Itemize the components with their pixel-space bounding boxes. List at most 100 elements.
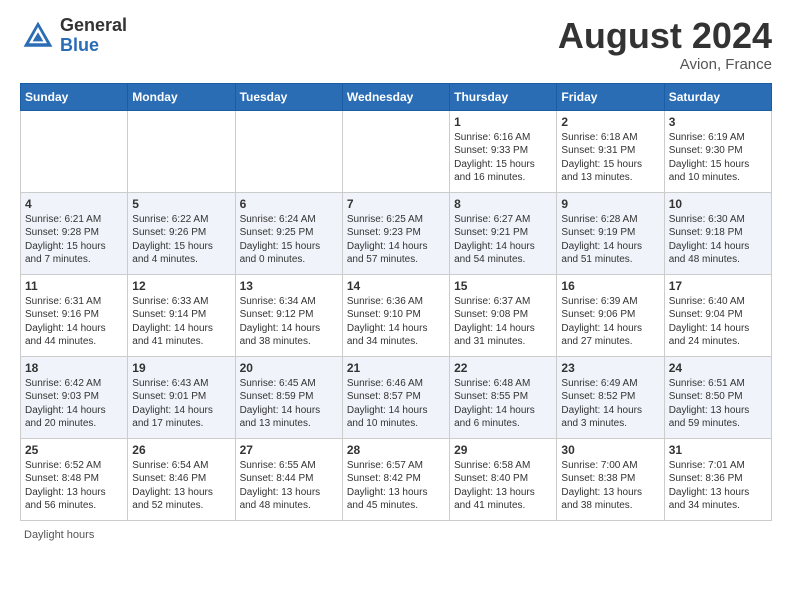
col-thursday: Thursday: [450, 83, 557, 110]
table-row: 3Sunrise: 6:19 AMSunset: 9:30 PMDaylight…: [664, 110, 771, 192]
table-row: 7Sunrise: 6:25 AMSunset: 9:23 PMDaylight…: [342, 192, 449, 274]
table-row: 29Sunrise: 6:58 AMSunset: 8:40 PMDayligh…: [450, 438, 557, 520]
table-row: [235, 110, 342, 192]
col-sunday: Sunday: [21, 83, 128, 110]
cell-date: 9: [561, 197, 659, 211]
cell-info: Sunrise: 6:43 AMSunset: 9:01 PMDaylight:…: [132, 377, 230, 431]
table-row: 8 Sunrise: 6:27 AMSunset: 9:21 PMDaylight…: [450, 192, 557, 274]
cell-date: 23: [561, 361, 659, 375]
cell-date: 4: [25, 197, 123, 211]
page: General Blue August 2024 Avion, France S…: [0, 0, 792, 551]
table-row: 5Sunrise: 6:22 AMSunset: 9:26 PMDaylight…: [128, 192, 235, 274]
footer: Daylight hours: [20, 529, 772, 541]
table-row: 28Sunrise: 6:57 AMSunset: 8:42 PMDayligh…: [342, 438, 449, 520]
table-row: 31 Sunrise: 7:01 AMSunset: 8:36 PMDayligh…: [664, 438, 771, 520]
table-row: 21Sunrise: 6:46 AMSunset: 8:57 PMDayligh…: [342, 356, 449, 438]
cell-date: 28: [347, 443, 445, 457]
table-row: 18 Sunrise: 6:42 AMSunset: 9:03 PMDayligh…: [21, 356, 128, 438]
table-row: 15 Sunrise: 6:37 AMSunset: 9:08 PMDayligh…: [450, 274, 557, 356]
col-friday: Friday: [557, 83, 664, 110]
cell-date: 15: [454, 279, 552, 293]
cell-info: Sunrise: 6:37 AMSunset: 9:08 PMDaylight:…: [454, 295, 552, 349]
cell-date: 8: [454, 197, 552, 211]
cell-date: 26: [132, 443, 230, 457]
cell-info: Sunrise: 6:18 AMSunset: 9:31 PMDaylight:…: [561, 131, 659, 185]
cell-info: Sunrise: 6:45 AMSunset: 8:59 PMDaylight:…: [240, 377, 338, 431]
table-row: 13 Sunrise: 6:34 AMSunset: 9:12 PMDayligh…: [235, 274, 342, 356]
cell-info: Sunrise: 7:00 AMSunset: 8:38 PMDaylight:…: [561, 459, 659, 513]
table-row: 26 Sunrise: 6:54 AMSunset: 8:46 PMDayligh…: [128, 438, 235, 520]
cell-info: Sunrise: 6:58 AMSunset: 8:40 PMDaylight:…: [454, 459, 552, 513]
cell-info: Sunrise: 6:19 AMSunset: 9:30 PMDaylight:…: [669, 131, 767, 185]
cell-info: Sunrise: 6:34 AMSunset: 9:12 PMDaylight:…: [240, 295, 338, 349]
table-row: 24 Sunrise: 6:51 AMSunset: 8:50 PMDayligh…: [664, 356, 771, 438]
cell-info: Sunrise: 6:39 AMSunset: 9:06 PMDaylight:…: [561, 295, 659, 349]
table-row: 17Sunrise: 6:40 AMSunset: 9:04 PMDayligh…: [664, 274, 771, 356]
cell-info: Sunrise: 6:16 AMSunset: 9:33 PMDaylight:…: [454, 131, 552, 185]
cell-info: Sunrise: 6:52 AMSunset: 8:48 PMDaylight:…: [25, 459, 123, 513]
cell-date: 27: [240, 443, 338, 457]
table-row: 27 Sunrise: 6:55 AMSunset: 8:44 PMDayligh…: [235, 438, 342, 520]
cell-date: 18: [25, 361, 123, 375]
cell-date: 14: [347, 279, 445, 293]
cell-info: Sunrise: 6:54 AMSunset: 8:46 PMDaylight:…: [132, 459, 230, 513]
cell-info: Sunrise: 6:49 AMSunset: 8:52 PMDaylight:…: [561, 377, 659, 431]
cell-info: Sunrise: 6:31 AMSunset: 9:16 PMDaylight:…: [25, 295, 123, 349]
cell-date: 10: [669, 197, 767, 211]
table-row: 23 Sunrise: 6:49 AMSunset: 8:52 PMDayligh…: [557, 356, 664, 438]
cell-info: Sunrise: 6:22 AMSunset: 9:26 PMDaylight:…: [132, 213, 230, 267]
cell-info: Sunrise: 6:51 AMSunset: 8:50 PMDaylight:…: [669, 377, 767, 431]
calendar-week-2: 4 Sunrise: 6:21 AMSunset: 9:28 PMDaylight…: [21, 192, 772, 274]
col-saturday: Saturday: [664, 83, 771, 110]
cell-date: 2: [561, 115, 659, 129]
table-row: 20 Sunrise: 6:45 AMSunset: 8:59 PMDayligh…: [235, 356, 342, 438]
table-row: 10 Sunrise: 6:30 AMSunset: 9:18 PMDayligh…: [664, 192, 771, 274]
table-row: 1 Sunrise: 6:16 AMSunset: 9:33 PMDaylight…: [450, 110, 557, 192]
cell-date: 1: [454, 115, 552, 129]
calendar-week-3: 11Sunrise: 6:31 AMSunset: 9:16 PMDayligh…: [21, 274, 772, 356]
calendar-week-1: 1 Sunrise: 6:16 AMSunset: 9:33 PMDaylight…: [21, 110, 772, 192]
col-tuesday: Tuesday: [235, 83, 342, 110]
cell-info: Sunrise: 6:21 AMSunset: 9:28 PMDaylight:…: [25, 213, 123, 267]
cell-info: Sunrise: 6:27 AMSunset: 9:21 PMDaylight:…: [454, 213, 552, 267]
col-monday: Monday: [128, 83, 235, 110]
location: Avion, France: [558, 56, 772, 73]
cell-info: Sunrise: 6:42 AMSunset: 9:03 PMDaylight:…: [25, 377, 123, 431]
table-row: 22Sunrise: 6:48 AMSunset: 8:55 PMDayligh…: [450, 356, 557, 438]
table-row: 30 Sunrise: 7:00 AMSunset: 8:38 PMDayligh…: [557, 438, 664, 520]
table-row: 11Sunrise: 6:31 AMSunset: 9:16 PMDayligh…: [21, 274, 128, 356]
header: General Blue August 2024 Avion, France: [20, 16, 772, 73]
table-row: 19Sunrise: 6:43 AMSunset: 9:01 PMDayligh…: [128, 356, 235, 438]
cell-info: Sunrise: 6:40 AMSunset: 9:04 PMDaylight:…: [669, 295, 767, 349]
cell-date: 31: [669, 443, 767, 457]
calendar: Sunday Monday Tuesday Wednesday Thursday…: [20, 83, 772, 521]
table-row: 16 Sunrise: 6:39 AMSunset: 9:06 PMDayligh…: [557, 274, 664, 356]
cell-info: Sunrise: 6:46 AMSunset: 8:57 PMDaylight:…: [347, 377, 445, 431]
cell-info: Sunrise: 6:28 AMSunset: 9:19 PMDaylight:…: [561, 213, 659, 267]
month-year: August 2024: [558, 16, 772, 56]
cell-date: 24: [669, 361, 767, 375]
logo-blue-text: Blue: [60, 36, 127, 56]
table-row: [21, 110, 128, 192]
logo-general-text: General: [60, 16, 127, 36]
calendar-header-row: Sunday Monday Tuesday Wednesday Thursday…: [21, 83, 772, 110]
cell-info: Sunrise: 6:48 AMSunset: 8:55 PMDaylight:…: [454, 377, 552, 431]
cell-info: Sunrise: 7:01 AMSunset: 8:36 PMDaylight:…: [669, 459, 767, 513]
table-row: 12 Sunrise: 6:33 AMSunset: 9:14 PMDayligh…: [128, 274, 235, 356]
table-row: [128, 110, 235, 192]
cell-date: 30: [561, 443, 659, 457]
cell-date: 20: [240, 361, 338, 375]
cell-info: Sunrise: 6:33 AMSunset: 9:14 PMDaylight:…: [132, 295, 230, 349]
cell-info: Sunrise: 6:36 AMSunset: 9:10 PMDaylight:…: [347, 295, 445, 349]
cell-date: 12: [132, 279, 230, 293]
cell-info: Sunrise: 6:55 AMSunset: 8:44 PMDaylight:…: [240, 459, 338, 513]
cell-date: 13: [240, 279, 338, 293]
daylight-label: Daylight hours: [24, 529, 94, 541]
logo: General Blue: [20, 16, 127, 56]
cell-info: Sunrise: 6:30 AMSunset: 9:18 PMDaylight:…: [669, 213, 767, 267]
table-row: 9 Sunrise: 6:28 AMSunset: 9:19 PMDaylight…: [557, 192, 664, 274]
cell-date: 16: [561, 279, 659, 293]
table-row: 4 Sunrise: 6:21 AMSunset: 9:28 PMDaylight…: [21, 192, 128, 274]
table-row: 6Sunrise: 6:24 AMSunset: 9:25 PMDaylight…: [235, 192, 342, 274]
logo-icon: [20, 18, 56, 54]
